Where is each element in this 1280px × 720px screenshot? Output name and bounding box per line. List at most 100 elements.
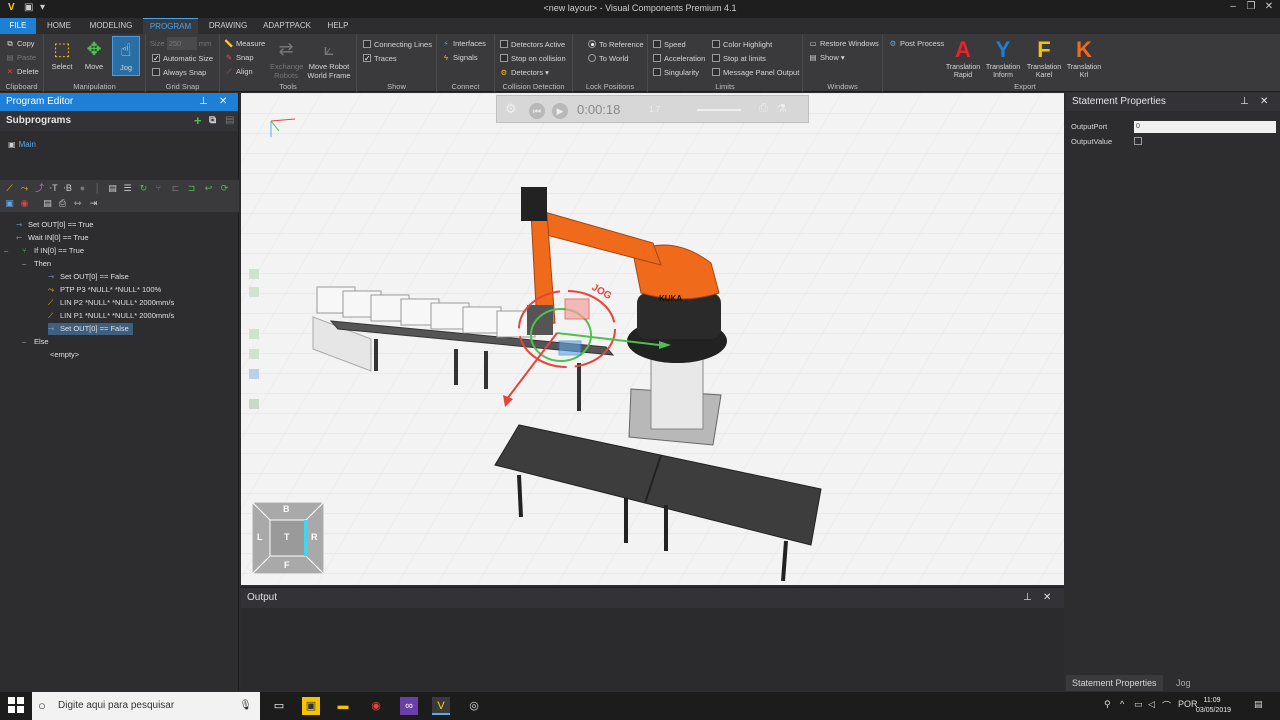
view-cube-top[interactable]: T — [284, 532, 290, 542]
translation-rapid-button[interactable]: A Translation Rapid — [944, 36, 982, 80]
branch-else[interactable]: – Else — [22, 336, 49, 348]
properties-close-icon[interactable]: ✕ — [1260, 93, 1268, 111]
always-snap-checkbox[interactable]: Always Snap — [152, 66, 206, 79]
main-routine-item[interactable]: ▣ Main — [8, 140, 36, 149]
view-cube-front[interactable]: F — [284, 560, 290, 570]
add-subprogram-icon[interactable]: + — [194, 111, 202, 131]
indent-icon[interactable]: ⇥ — [88, 198, 99, 209]
loop-icon[interactable]: ↻ — [138, 183, 149, 194]
copy-button[interactable]: ⧉ Copy — [5, 37, 34, 50]
output-port-input[interactable]: 0 — [1134, 121, 1276, 133]
view-cube[interactable]: B L T R F — [252, 502, 324, 574]
delete-subprogram-icon[interactable]: ▤ — [225, 111, 234, 131]
show-windows-dropdown[interactable]: ▤ Show ▾ — [808, 51, 844, 64]
speed-slider[interactable] — [697, 109, 741, 111]
dot-icon[interactable]: ● — [77, 183, 88, 194]
move-robot-world-frame-button[interactable]: ⟀ Move Robot World Frame — [306, 36, 352, 80]
close-window-icon[interactable]: ✕ — [1258, 1, 1280, 16]
speed-checkbox[interactable]: Speed — [653, 38, 686, 51]
tab-drawing[interactable]: DRAWING — [203, 18, 253, 34]
automatic-size-checkbox[interactable]: Automatic Size — [152, 52, 213, 65]
properties-pin-icon[interactable]: ⊥ — [1240, 93, 1249, 111]
play-icon[interactable]: ▶ — [552, 103, 568, 119]
post-process-button[interactable]: ⚙ Post Process — [888, 37, 945, 50]
tab-program[interactable]: PROGRAM — [143, 18, 198, 34]
set-tool-icon[interactable]: ⋅T — [48, 183, 59, 194]
snap-button[interactable]: ✎ Snap — [224, 51, 254, 64]
3d-viewport[interactable]: KUKA JOG ⚙ ⏮ ▶ 0:00:18 1.7 ⎙ ⚗ B L T R F — [241, 93, 1064, 585]
translation-krl-button[interactable]: K Translation Krl — [1065, 36, 1103, 80]
stop-on-collision-checkbox[interactable]: Stop on collision — [500, 52, 566, 65]
statement-list-icon[interactable]: ▤ — [107, 183, 118, 194]
simulation-options-icon[interactable]: ⚗ — [777, 102, 787, 115]
if-icon[interactable]: ⊐ — [186, 183, 197, 194]
language-indicator[interactable]: POR — [1178, 699, 1198, 709]
microphone-icon[interactable]: 🎙 — [239, 692, 252, 720]
output-pin-icon[interactable]: ⊥ — [1023, 588, 1032, 608]
branch-icon[interactable]: ⑂ — [153, 183, 164, 194]
view-cube-left[interactable]: L — [257, 532, 263, 542]
while-icon[interactable]: ⊏ — [170, 183, 181, 194]
visual-components-taskbar-icon[interactable]: V — [432, 697, 450, 715]
document-icon[interactable]: ▤ — [42, 198, 53, 209]
ptp-motion-icon[interactable]: ⤳ — [19, 183, 30, 194]
chrome-icon[interactable]: ◉ — [367, 697, 385, 715]
translation-karel-button[interactable]: F Translation Karel — [1025, 36, 1063, 80]
taskbar-clock[interactable]: 11:09 03/05/2019 — [1196, 696, 1231, 716]
output-close-icon[interactable]: ✕ — [1043, 588, 1051, 608]
to-reference-radio[interactable]: To Reference — [588, 38, 644, 51]
path-icon[interactable]: ⤴ — [34, 183, 45, 194]
linear-motion-icon[interactable]: ⟋ — [4, 183, 15, 194]
collapse-then-icon[interactable]: – — [22, 258, 26, 270]
message-panel-output-checkbox[interactable]: Message Panel Output — [712, 66, 799, 79]
traces-checkbox[interactable]: Traces — [363, 52, 397, 65]
view-cube-right[interactable]: R — [311, 532, 318, 542]
tab-jog[interactable]: Jog — [1170, 675, 1197, 691]
interfaces-button[interactable]: ⚡ Interfaces — [441, 37, 486, 50]
output-value-checkbox[interactable] — [1134, 137, 1142, 145]
return-icon[interactable]: ↩ — [203, 183, 214, 194]
measure-button[interactable]: 📏 Measure — [224, 37, 265, 50]
reset-simulation-icon[interactable]: ⏮ — [529, 103, 545, 119]
paste-button[interactable]: ▤ Paste — [5, 51, 36, 64]
signals-button[interactable]: ϟ Signals — [441, 51, 478, 64]
move-button[interactable]: ✥ Move — [80, 36, 108, 76]
visual-studio-icon[interactable]: ∞ — [400, 697, 418, 715]
statement-if[interactable]: – ⑂ If IN[0] == True — [4, 245, 84, 257]
set-base-icon[interactable]: ⋅B — [62, 183, 73, 194]
simulation-settings-icon[interactable]: ⚙ — [505, 101, 517, 117]
list-icon[interactable]: ☰ — [122, 183, 133, 194]
acceleration-checkbox[interactable]: Acceleration — [653, 52, 705, 65]
translation-inform-button[interactable]: Y Translation Inform — [984, 36, 1022, 80]
statement-wait-in[interactable]: ⇽ Wait IN[0] == True — [16, 232, 89, 244]
wifi-icon[interactable]: ⌒ — [1162, 699, 1171, 712]
detectors-active-checkbox[interactable]: Detectors Active — [500, 38, 565, 51]
statement-ptp-p3[interactable]: ⤳ PTP P3 *NULL* *NULL* 100% — [48, 284, 161, 296]
exchange-robots-button[interactable]: ⇄ Exchange Robots — [270, 36, 303, 80]
align-button[interactable]: ⟋ Align — [224, 65, 252, 78]
statement-set-out-false-selected[interactable]: ⇾ Set OUT[0] == False — [48, 323, 133, 335]
move-statement-icon[interactable]: ⇿ — [72, 198, 83, 209]
app-circle-icon[interactable]: ◎ — [465, 697, 483, 715]
select-button[interactable]: ⬚ Select — [48, 36, 76, 76]
taskbar-search-input[interactable]: ○ Digite aqui para pesquisar 🎙 — [32, 692, 260, 720]
tab-home[interactable]: HOME — [40, 18, 78, 34]
statement-set-out-false[interactable]: ⇾ Set OUT[0] == False — [48, 271, 129, 283]
volume-icon[interactable]: ◁ — [1148, 699, 1155, 710]
connecting-lines-checkbox[interactable]: Connecting Lines — [363, 38, 432, 51]
program-icon[interactable]: ▣ — [4, 198, 15, 209]
people-icon[interactable]: ⚲ — [1104, 699, 1111, 710]
view-cube-back[interactable]: B — [283, 504, 290, 514]
stop-at-limits-checkbox[interactable]: Stop at limits — [712, 52, 766, 65]
color-highlight-checkbox[interactable]: Color Highlight — [712, 38, 772, 51]
delete-button[interactable]: ✕ Delete — [5, 65, 39, 78]
close-panel-icon[interactable]: ✕ — [219, 93, 227, 111]
record-icon[interactable]: ⎙ — [759, 102, 768, 115]
statement-lin-p2[interactable]: ⟋ LIN P2 *NULL* *NULL* 2000mm/s — [48, 297, 174, 309]
singularity-checkbox[interactable]: Singularity — [653, 66, 699, 79]
tab-adaptpack[interactable]: ADAPTPACK — [258, 18, 316, 34]
task-view-icon[interactable]: ▭ — [270, 697, 288, 715]
collapse-else-icon[interactable]: – — [22, 336, 26, 348]
tab-file[interactable]: FILE — [0, 18, 36, 34]
network-icon[interactable]: ▭ — [1134, 699, 1143, 710]
